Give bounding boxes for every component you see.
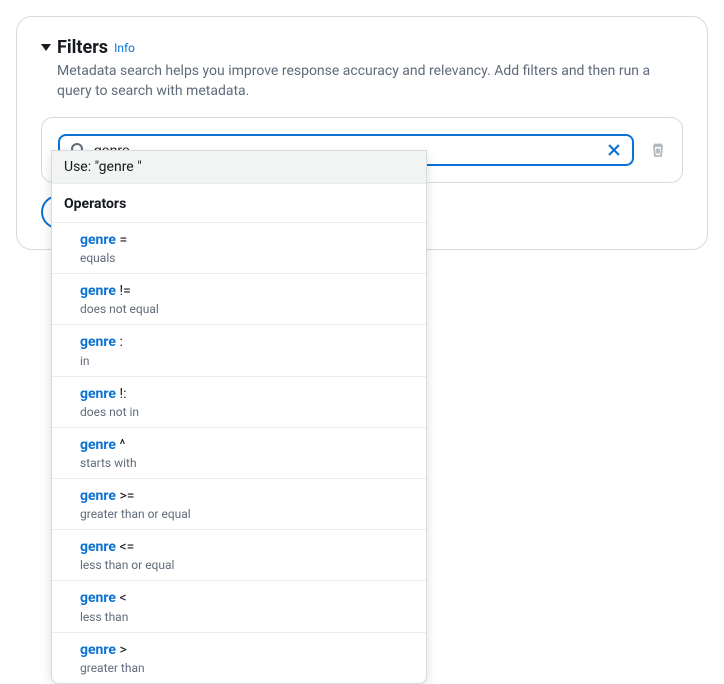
dropdown-use-label[interactable]: Use: "genre ": [52, 151, 426, 184]
operator-item[interactable]: genre <= less than or equal: [52, 530, 426, 581]
operator-keyword: genre: [80, 590, 116, 606]
operator-description: less than: [80, 610, 414, 624]
operator-symbol: >: [119, 642, 126, 658]
operator-item[interactable]: genre !: does not in: [52, 377, 426, 428]
operator-keyword: genre: [80, 437, 116, 453]
operator-line: genre !:: [80, 385, 414, 403]
operator-item[interactable]: genre < less than: [52, 581, 426, 632]
collapse-triangle-icon[interactable]: [41, 44, 51, 51]
operator-item[interactable]: genre >= greater than or equal: [52, 479, 426, 530]
operator-symbol: <: [119, 590, 126, 606]
operator-symbol: <=: [119, 539, 134, 555]
operator-line: genre :: [80, 333, 414, 351]
filters-header: Filters Info: [41, 37, 683, 58]
operator-symbol: >=: [119, 488, 134, 504]
operator-keyword: genre: [80, 642, 116, 658]
operator-keyword: genre: [80, 539, 116, 555]
operator-line: genre =: [80, 231, 414, 249]
trash-icon[interactable]: [650, 142, 666, 158]
operator-item[interactable]: genre >greater than: [52, 633, 426, 683]
operator-symbol: ^: [119, 437, 125, 453]
clear-icon[interactable]: [606, 142, 622, 158]
operator-item[interactable]: genre = equals: [52, 223, 426, 274]
operator-description: in: [80, 354, 414, 368]
operator-item[interactable]: genre : in: [52, 325, 426, 376]
filters-description: Metadata search helps you improve respon…: [57, 62, 683, 101]
operator-line: genre >: [80, 641, 414, 659]
operator-line: genre <=: [80, 538, 414, 556]
operator-description: starts with: [80, 456, 414, 470]
operator-keyword: genre: [80, 386, 116, 402]
filters-title: Filters: [57, 37, 108, 58]
operator-item[interactable]: genre != does not equal: [52, 274, 426, 325]
dropdown-section-title: Operators: [52, 184, 426, 223]
operator-symbol: !:: [119, 386, 126, 402]
operator-line: genre !=: [80, 282, 414, 300]
operator-line: genre >=: [80, 487, 414, 505]
operator-list: genre =equalsgenre !=does not equalgenre…: [52, 223, 426, 683]
operator-description: does not equal: [80, 302, 414, 316]
operator-description: less than or equal: [80, 558, 414, 572]
operator-symbol: !=: [119, 283, 130, 299]
operator-symbol: :: [119, 334, 122, 350]
operator-line: genre ^: [80, 436, 414, 454]
operator-keyword: genre: [80, 232, 116, 248]
operator-description: equals: [80, 251, 414, 265]
operator-symbol: =: [119, 232, 127, 248]
operator-keyword: genre: [80, 283, 116, 299]
operator-keyword: genre: [80, 488, 116, 504]
operator-description: does not in: [80, 405, 414, 419]
operator-line: genre <: [80, 589, 414, 607]
operator-keyword: genre: [80, 334, 116, 350]
operator-dropdown: Use: "genre " Operators genre =equalsgen…: [51, 150, 427, 684]
operator-description: greater than or equal: [80, 507, 414, 521]
operator-item[interactable]: genre ^ starts with: [52, 428, 426, 479]
info-link[interactable]: Info: [114, 41, 135, 55]
